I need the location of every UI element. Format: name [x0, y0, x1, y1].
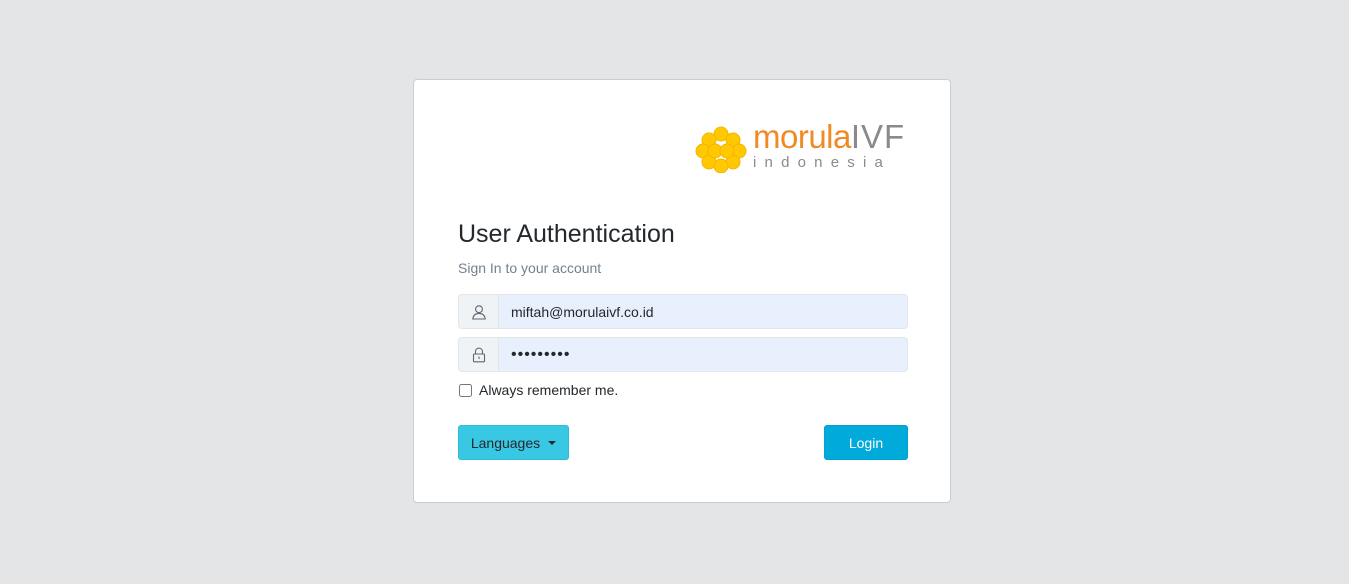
remember-me-checkbox[interactable] — [459, 383, 472, 397]
user-icon-addon — [458, 294, 498, 329]
lock-icon — [472, 347, 485, 362]
caret-down-icon — [548, 440, 557, 445]
flower-logo-icon — [695, 126, 747, 173]
languages-dropdown-button[interactable]: Languages — [458, 425, 569, 460]
username-input-group — [458, 294, 908, 329]
brand-tagline: indonesia — [753, 154, 892, 171]
password-input-group — [458, 337, 908, 372]
login-card: morulaIVF indonesia User Authentication … — [413, 79, 951, 503]
brand-logo: morulaIVF indonesia — [695, 119, 907, 175]
login-button[interactable]: Login — [824, 425, 908, 460]
user-icon — [471, 304, 486, 320]
page-subtitle: Sign In to your account — [458, 260, 602, 276]
brand-wordmark: morulaIVF — [753, 118, 906, 155]
remember-me-label: Always remember me. — [479, 382, 619, 398]
username-input[interactable] — [498, 294, 908, 329]
remember-me[interactable]: Always remember me. — [458, 382, 618, 398]
lock-icon-addon — [458, 337, 498, 372]
login-label: Login — [848, 434, 884, 451]
languages-label: Languages — [470, 434, 541, 451]
password-input[interactable] — [498, 337, 908, 372]
page-title: User Authentication — [458, 220, 675, 248]
